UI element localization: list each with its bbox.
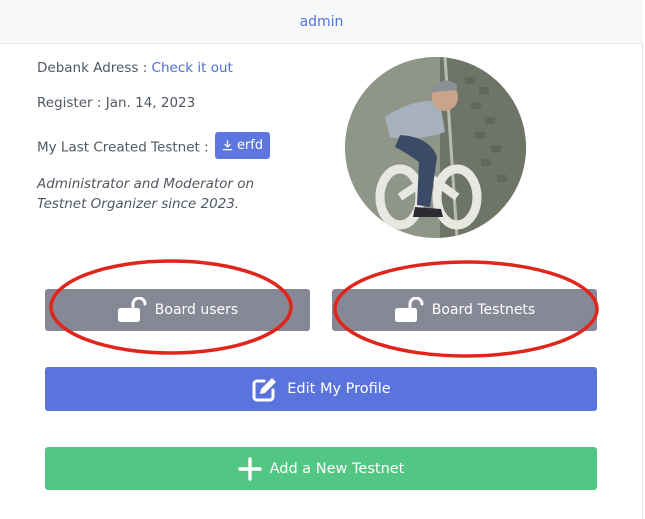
page-title: admin	[299, 13, 344, 30]
add-testnet-label: Add a New Testnet	[269, 460, 405, 477]
profile-bio: Administrator and Moderator on Testnet O…	[37, 174, 297, 214]
board-testnets-label: Board Testnets	[431, 302, 536, 318]
avatar	[345, 57, 526, 238]
card-header: admin	[0, 0, 643, 44]
plus-icon	[237, 456, 262, 481]
debank-address-row: Debank Adress : Check it out	[37, 60, 233, 76]
edit-profile-button[interactable]: Edit My Profile	[45, 367, 597, 411]
edit-profile-label: Edit My Profile	[287, 381, 391, 397]
unlock-icon	[394, 297, 424, 323]
last-testnet-tag-label: erfd	[236, 138, 264, 153]
edit-icon	[251, 375, 279, 403]
board-testnets-button[interactable]: Board Testnets	[332, 289, 597, 331]
register-date: Register : Jan. 14, 2023	[37, 95, 196, 111]
bio-line: Administrator and Moderator on	[37, 176, 255, 192]
add-testnet-button[interactable]: Add a New Testnet	[45, 447, 597, 490]
last-testnet-tag[interactable]: erfd	[214, 132, 271, 159]
debank-link[interactable]: Check it out	[152, 60, 233, 76]
bio-line: Testnet Organizer since 2023.	[37, 196, 240, 212]
profile-card: admin Debank Adress : Check it out Regis…	[0, 0, 643, 519]
unlock-icon	[117, 297, 147, 323]
last-testnet-label: My Last Created Testnet :	[37, 139, 213, 156]
board-users-label: Board users	[154, 302, 239, 318]
debank-label: Debank Adress :	[37, 60, 152, 76]
download-icon	[222, 140, 233, 151]
board-users-button[interactable]: Board users	[45, 289, 310, 331]
last-testnet-row: My Last Created Testnet : erfd	[37, 132, 271, 161]
